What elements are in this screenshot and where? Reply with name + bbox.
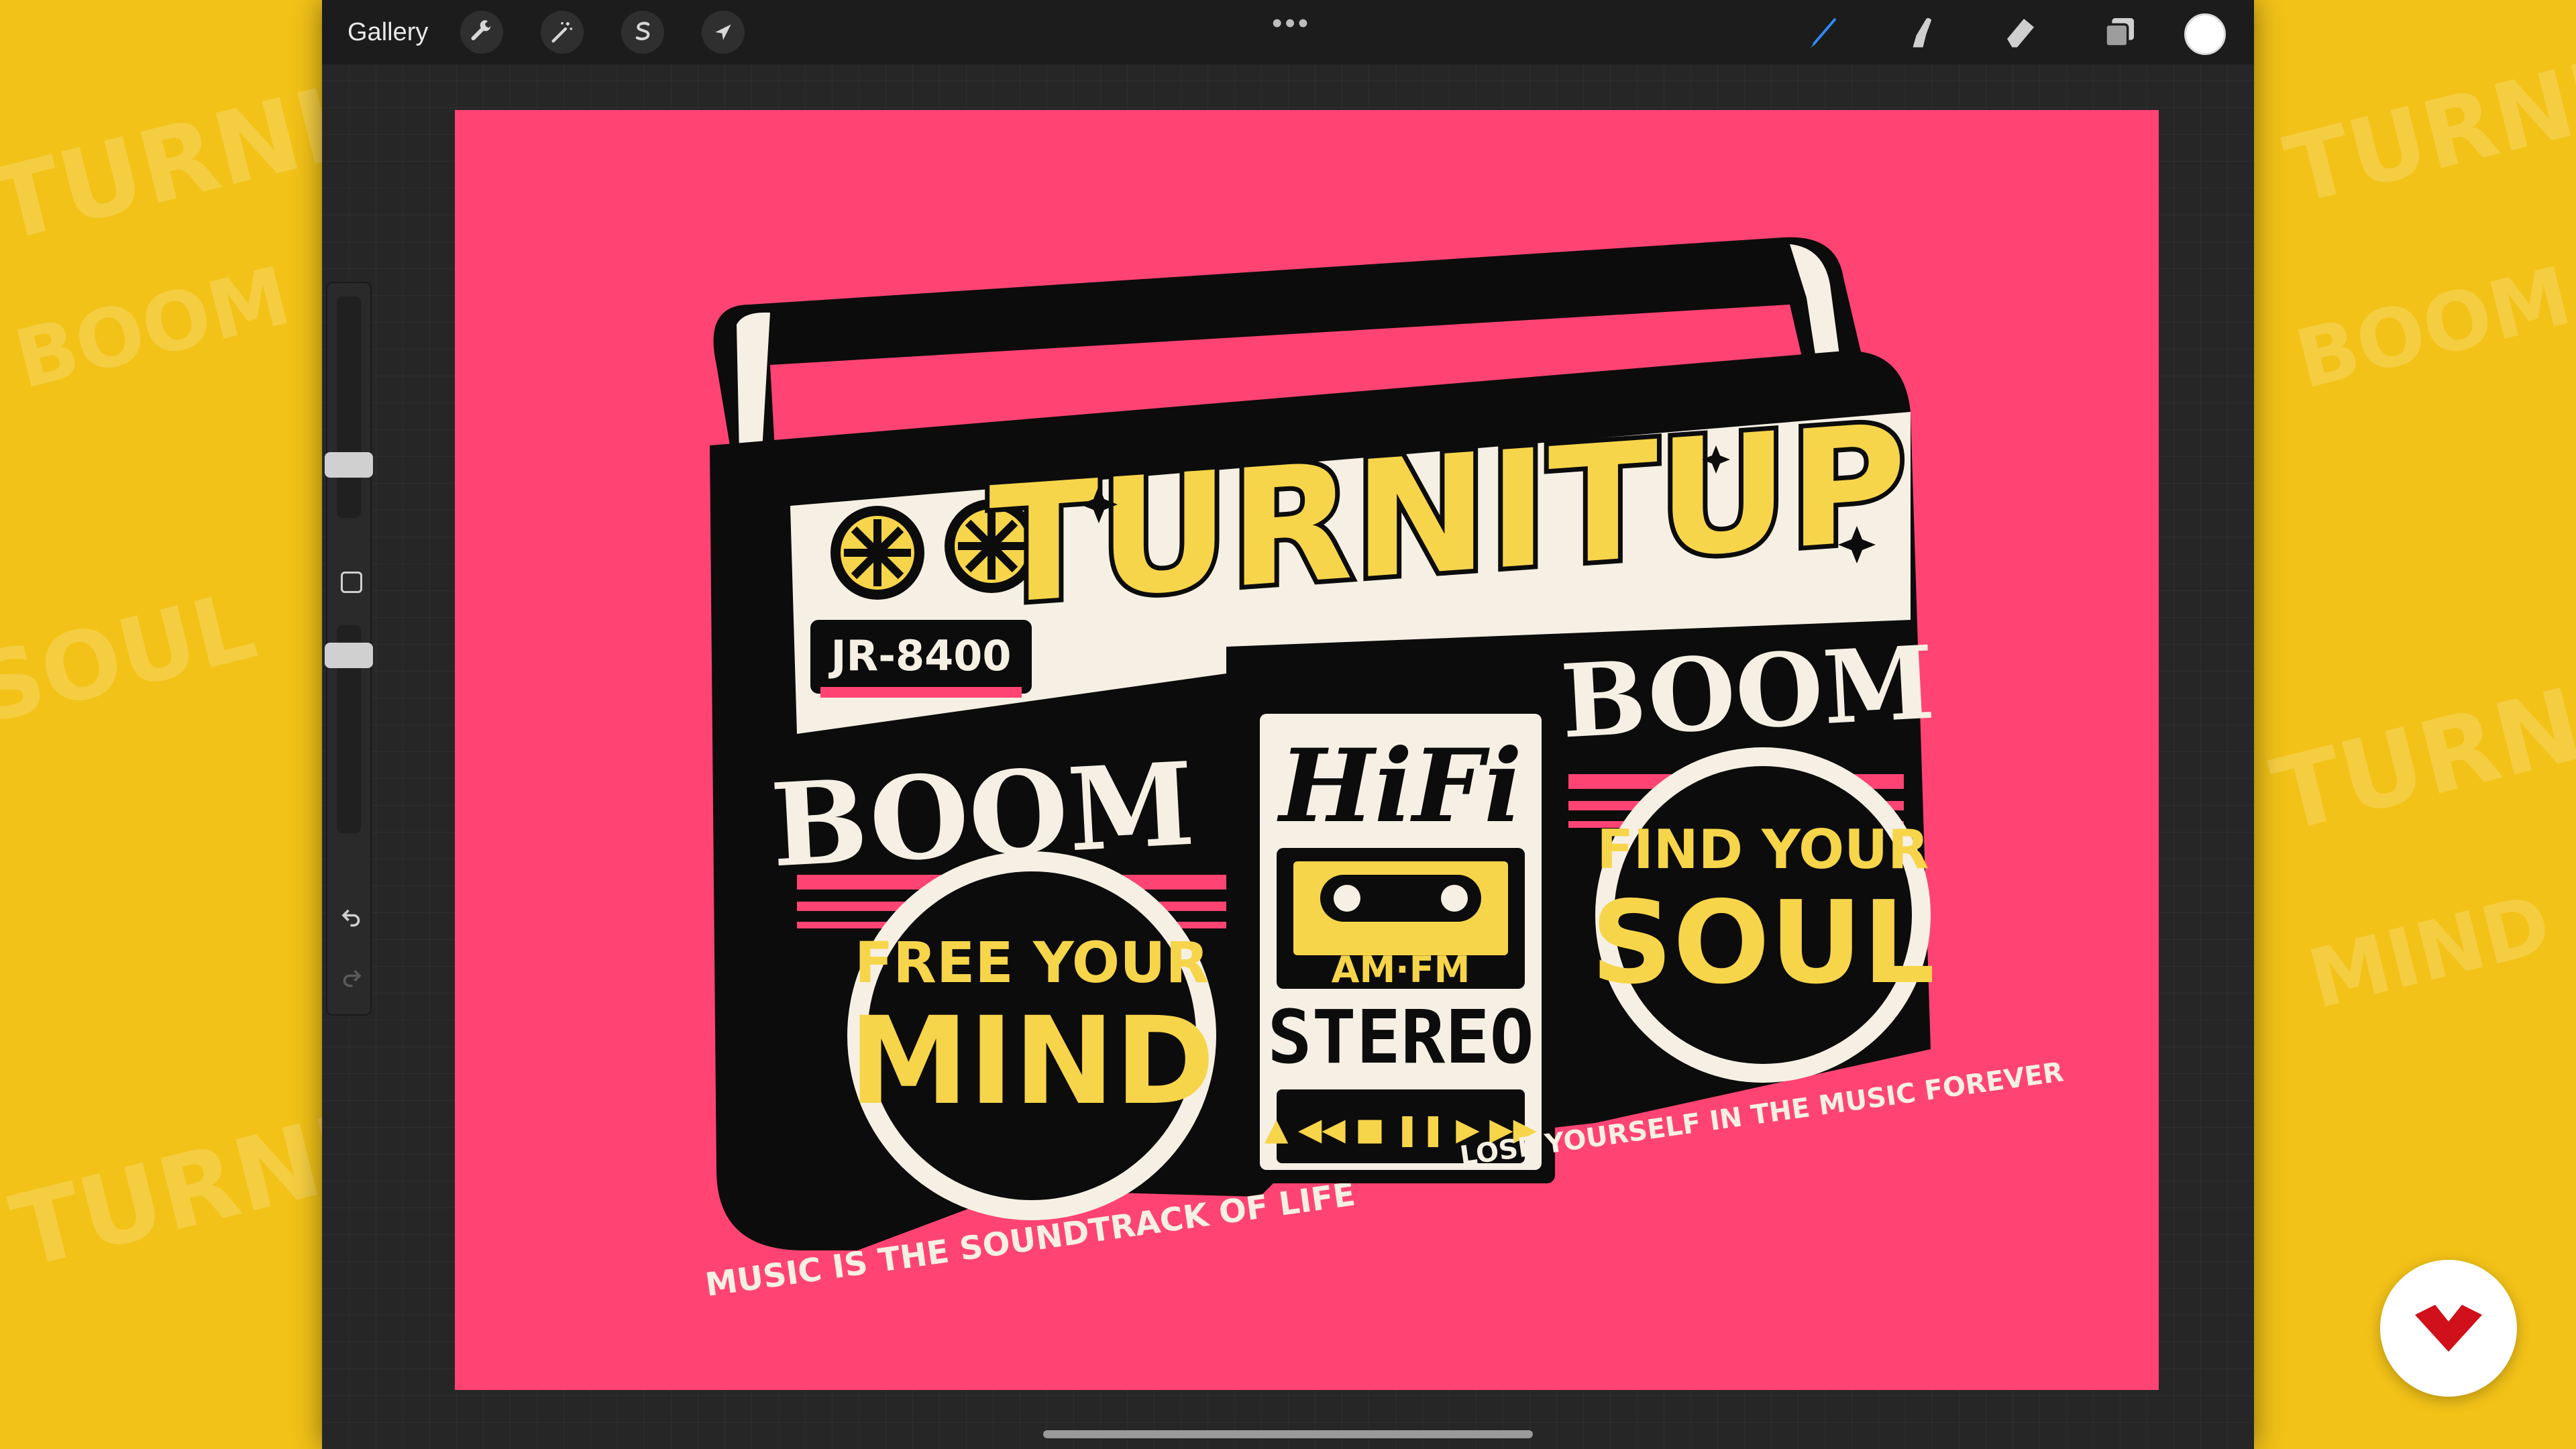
left-sidebar: [325, 282, 373, 1016]
ghost-text: TURNITUP: [1, 1039, 322, 1291]
right-speaker-line2: SOUL: [1591, 877, 1935, 1010]
modify-button[interactable]: [341, 572, 362, 593]
ghost-text: TURNITUP: [2261, 603, 2576, 855]
am-fm-label: AM·FM: [1332, 949, 1470, 991]
wrench-icon: [471, 20, 492, 41]
left-speaker-line1: FREE YOUR: [855, 930, 1209, 996]
redo-button[interactable]: [335, 961, 368, 993]
brush-icon: [1806, 17, 1837, 48]
eraser-tool[interactable]: [1996, 8, 2045, 56]
undo-button[interactable]: [335, 900, 368, 932]
ghost-text: BOOM: [2287, 249, 2576, 408]
brush-size-track: [337, 297, 361, 518]
selection-s-icon: [635, 21, 650, 40]
more-menu-dots[interactable]: •••: [1272, 7, 1311, 40]
undo-icon: [341, 909, 360, 927]
magic-wand-icon: [551, 22, 572, 43]
transform-button[interactable]: [702, 11, 745, 54]
brand-logo-badge[interactable]: [2380, 1260, 2517, 1397]
brush-tool[interactable]: [1798, 8, 1846, 56]
actions-button[interactable]: [460, 11, 503, 54]
arrow-cursor-icon: [715, 24, 731, 40]
left-speaker-line2: MIND: [849, 991, 1215, 1132]
eraser-icon: [2007, 19, 2034, 48]
model-label: JR-8400: [828, 631, 1011, 680]
ghost-text: TURNITUP: [2275, 0, 2576, 227]
hifi-script: HiFi: [1277, 727, 1522, 845]
ghost-text: BOOM: [6, 249, 299, 408]
background-pattern-left: TURNITUP BOOM SOUL TURNITUP: [0, 0, 322, 1449]
selection-button[interactable]: [621, 11, 664, 54]
opacity-slider[interactable]: [325, 643, 373, 668]
layers-button[interactable]: [2096, 8, 2144, 56]
right-speaker-line1: FIND YOUR: [1597, 818, 1929, 881]
brush-size-slider[interactable]: [325, 452, 373, 478]
color-picker-swatch[interactable]: [2184, 13, 2226, 55]
right-boom-label: BOOM: [1558, 624, 1937, 761]
smudge-finger-icon: [1913, 17, 1931, 48]
redo-icon: [343, 969, 362, 987]
home-indicator[interactable]: [1043, 1430, 1533, 1438]
procreate-app: Gallery ••• JR-8400 TURNITUP BOOM BOOM F…: [322, 0, 2254, 1449]
brand-logo-icon: [2415, 1305, 2482, 1352]
adjustments-button[interactable]: [541, 11, 584, 54]
ghost-text: SOUL: [0, 571, 266, 746]
background-pattern-right: TURNITUP BOOM TURNITUP MIND: [2254, 0, 2576, 1449]
ghost-text: MIND: [2300, 877, 2560, 1027]
smudge-tool[interactable]: [1897, 8, 1945, 56]
ghost-text: TURNITUP: [0, 13, 322, 265]
gallery-button[interactable]: Gallery: [347, 15, 428, 50]
layers-icon: [2104, 18, 2134, 48]
drawing-canvas[interactable]: JR-8400 TURNITUP BOOM BOOM FREE YOUR MIN…: [455, 110, 2159, 1390]
boombox-artwork: JR-8400 TURNITUP BOOM BOOM FREE YOUR MIN…: [703, 237, 2065, 1304]
stereo-label: STEREO: [1267, 994, 1534, 1080]
top-toolbar: Gallery •••: [322, 0, 2254, 64]
